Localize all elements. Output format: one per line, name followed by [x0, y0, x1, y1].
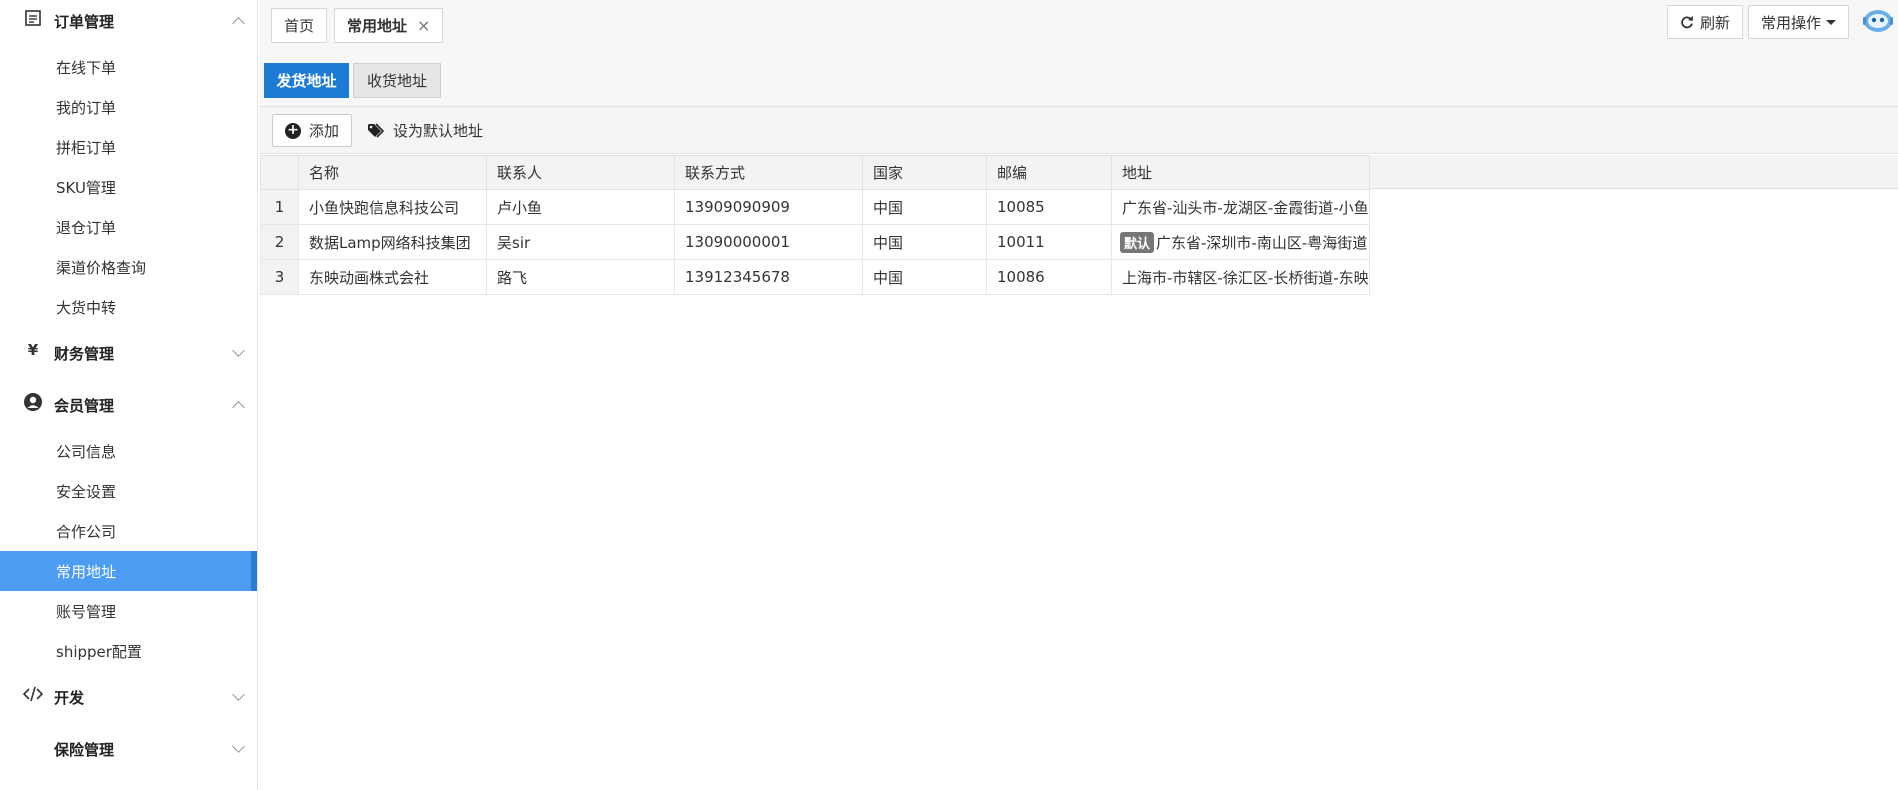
cell-country: 中国	[862, 224, 987, 260]
table-row[interactable]: 3 东映动画株式会社 路飞 13912345678 中国 10086 上海市-市…	[260, 259, 1370, 295]
table-toolbar: + 添加 设为默认地址	[259, 107, 1898, 154]
tab-bar: 首页 常用地址 × 刷新 常用操作	[259, 0, 1898, 50]
sidebar-item-partners[interactable]: 合作公司	[0, 511, 257, 551]
cell-phone: 13090000001	[674, 224, 863, 260]
table-header-row: 名称 联系人 联系方式 国家 邮编 地址	[260, 155, 1370, 190]
tab-label: 首页	[284, 17, 315, 35]
cell-country: 中国	[862, 259, 987, 295]
sidebar-item-sku[interactable]: SKU管理	[0, 167, 257, 207]
column-header-name[interactable]: 名称	[298, 155, 487, 190]
column-header-index	[260, 155, 299, 190]
row-number: 1	[260, 189, 299, 225]
row-number: 3	[260, 259, 299, 295]
cell-contact: 卢小鱼	[486, 189, 675, 225]
address-text: 广东省-深圳市-南山区-粤海街道	[1156, 233, 1368, 252]
cell-address: 上海市-市辖区-徐汇区-长桥街道-东映	[1111, 259, 1370, 295]
address-panel: + 添加 设为默认地址 名称 联系人 联系方式 国家 邮编 地址 1 小鱼快跑信…	[259, 106, 1898, 790]
cell-contact: 吴sir	[486, 224, 675, 260]
sidebar-group-label: 订单管理	[54, 12, 115, 31]
cell-phone: 13909090909	[674, 189, 863, 225]
order-list-icon	[22, 7, 44, 29]
main-content: 首页 常用地址 × 刷新 常用操作 发货地址 收货地址 + 添加 设为默认地址 …	[259, 0, 1898, 790]
sidebar-item-shipper-config[interactable]: shipper配置	[0, 631, 257, 671]
add-button[interactable]: + 添加	[272, 114, 353, 147]
caret-down-icon	[1826, 19, 1836, 25]
sidebar-item-return-orders[interactable]: 退仓订单	[0, 207, 257, 247]
sidebar-item-my-orders[interactable]: 我的订单	[0, 87, 257, 127]
add-label: 添加	[309, 122, 340, 140]
tab-ship-from-address[interactable]: 发货地址	[264, 63, 349, 98]
code-icon	[22, 683, 44, 705]
cell-country: 中国	[862, 189, 987, 225]
chevron-down-icon	[232, 344, 245, 357]
set-default-label: 设为默认地址	[393, 122, 484, 140]
chevron-up-icon	[232, 401, 245, 414]
common-ops-label: 常用操作	[1760, 13, 1821, 32]
cell-address: 默认 广东省-深圳市-南山区-粤海街道	[1111, 224, 1370, 260]
sidebar-item-consolidation-orders[interactable]: 拼柜订单	[0, 127, 257, 167]
sidebar-item-online-order[interactable]: 在线下单	[0, 47, 257, 87]
cell-zip: 10086	[986, 259, 1112, 295]
tab-home[interactable]: 首页	[271, 8, 328, 43]
plus-circle-icon: +	[285, 122, 301, 139]
sidebar-group-orders[interactable]: 订单管理	[0, 0, 257, 47]
default-badge: 默认	[1120, 231, 1155, 253]
cell-phone: 13912345678	[674, 259, 863, 295]
address-table: 名称 联系人 联系方式 国家 邮编 地址 1 小鱼快跑信息科技公司 卢小鱼 13…	[260, 155, 1370, 295]
refresh-button[interactable]: 刷新	[1666, 5, 1743, 39]
table-row[interactable]: 2 数据Lamp网络科技集团 吴sir 13090000001 中国 10011…	[260, 224, 1370, 260]
user-icon	[22, 391, 44, 413]
refresh-label: 刷新	[1699, 13, 1730, 32]
column-header-country[interactable]: 国家	[862, 155, 987, 190]
chevron-down-icon	[232, 688, 245, 701]
common-ops-dropdown[interactable]: 常用操作	[1747, 5, 1849, 39]
cell-name: 东映动画株式会社	[298, 259, 487, 295]
yen-icon: ¥	[27, 341, 39, 359]
row-number: 2	[260, 224, 299, 260]
sidebar: 订单管理 在线下单 我的订单 拼柜订单 SKU管理 退仓订单 渠道价格查询 大货…	[0, 0, 258, 790]
chevron-up-icon	[232, 17, 245, 30]
table-header-filler	[1364, 155, 1898, 189]
sidebar-item-company-info[interactable]: 公司信息	[0, 431, 257, 471]
sidebar-item-bulk-transfer[interactable]: 大货中转	[0, 287, 257, 327]
cell-zip: 10085	[986, 189, 1112, 225]
cell-name: 数据Lamp网络科技集团	[298, 224, 487, 260]
sidebar-group-dev[interactable]: 开发	[0, 671, 257, 723]
close-icon[interactable]: ×	[417, 16, 430, 35]
sidebar-group-insurance[interactable]: 保险管理	[0, 723, 257, 775]
table-row[interactable]: 1 小鱼快跑信息科技公司 卢小鱼 13909090909 中国 10085 广东…	[260, 189, 1370, 225]
sidebar-item-accounts[interactable]: 账号管理	[0, 591, 257, 631]
column-header-zip[interactable]: 邮编	[986, 155, 1112, 190]
tags-icon	[367, 122, 387, 139]
tab-label: 常用地址	[347, 17, 408, 35]
sidebar-item-security[interactable]: 安全设置	[0, 471, 257, 511]
cell-name: 小鱼快跑信息科技公司	[298, 189, 487, 225]
sidebar-item-common-address[interactable]: 常用地址	[0, 551, 257, 591]
robot-assistant-icon[interactable]	[1862, 4, 1894, 36]
column-header-phone[interactable]: 联系方式	[674, 155, 863, 190]
sidebar-group-label: 开发	[54, 688, 85, 707]
sidebar-group-finance[interactable]: ¥ 财务管理	[0, 327, 257, 379]
refresh-icon	[1680, 15, 1694, 29]
tab-ship-to-address[interactable]: 收货地址	[353, 63, 441, 98]
set-default-button[interactable]: 设为默认地址	[367, 114, 483, 147]
cell-zip: 10011	[986, 224, 1112, 260]
column-header-address[interactable]: 地址	[1111, 155, 1370, 190]
cell-contact: 路飞	[486, 259, 675, 295]
sidebar-group-label: 保险管理	[54, 740, 115, 759]
tab-common-address[interactable]: 常用地址 ×	[334, 8, 444, 43]
sidebar-group-label: 会员管理	[54, 396, 115, 415]
column-header-contact[interactable]: 联系人	[486, 155, 675, 190]
sidebar-group-members[interactable]: 会员管理	[0, 379, 257, 431]
cell-address: 广东省-汕头市-龙湖区-金霞街道-小鱼	[1111, 189, 1370, 225]
sidebar-group-label: 财务管理	[54, 344, 115, 363]
sidebar-item-channel-price[interactable]: 渠道价格查询	[0, 247, 257, 287]
chevron-down-icon	[232, 740, 245, 753]
